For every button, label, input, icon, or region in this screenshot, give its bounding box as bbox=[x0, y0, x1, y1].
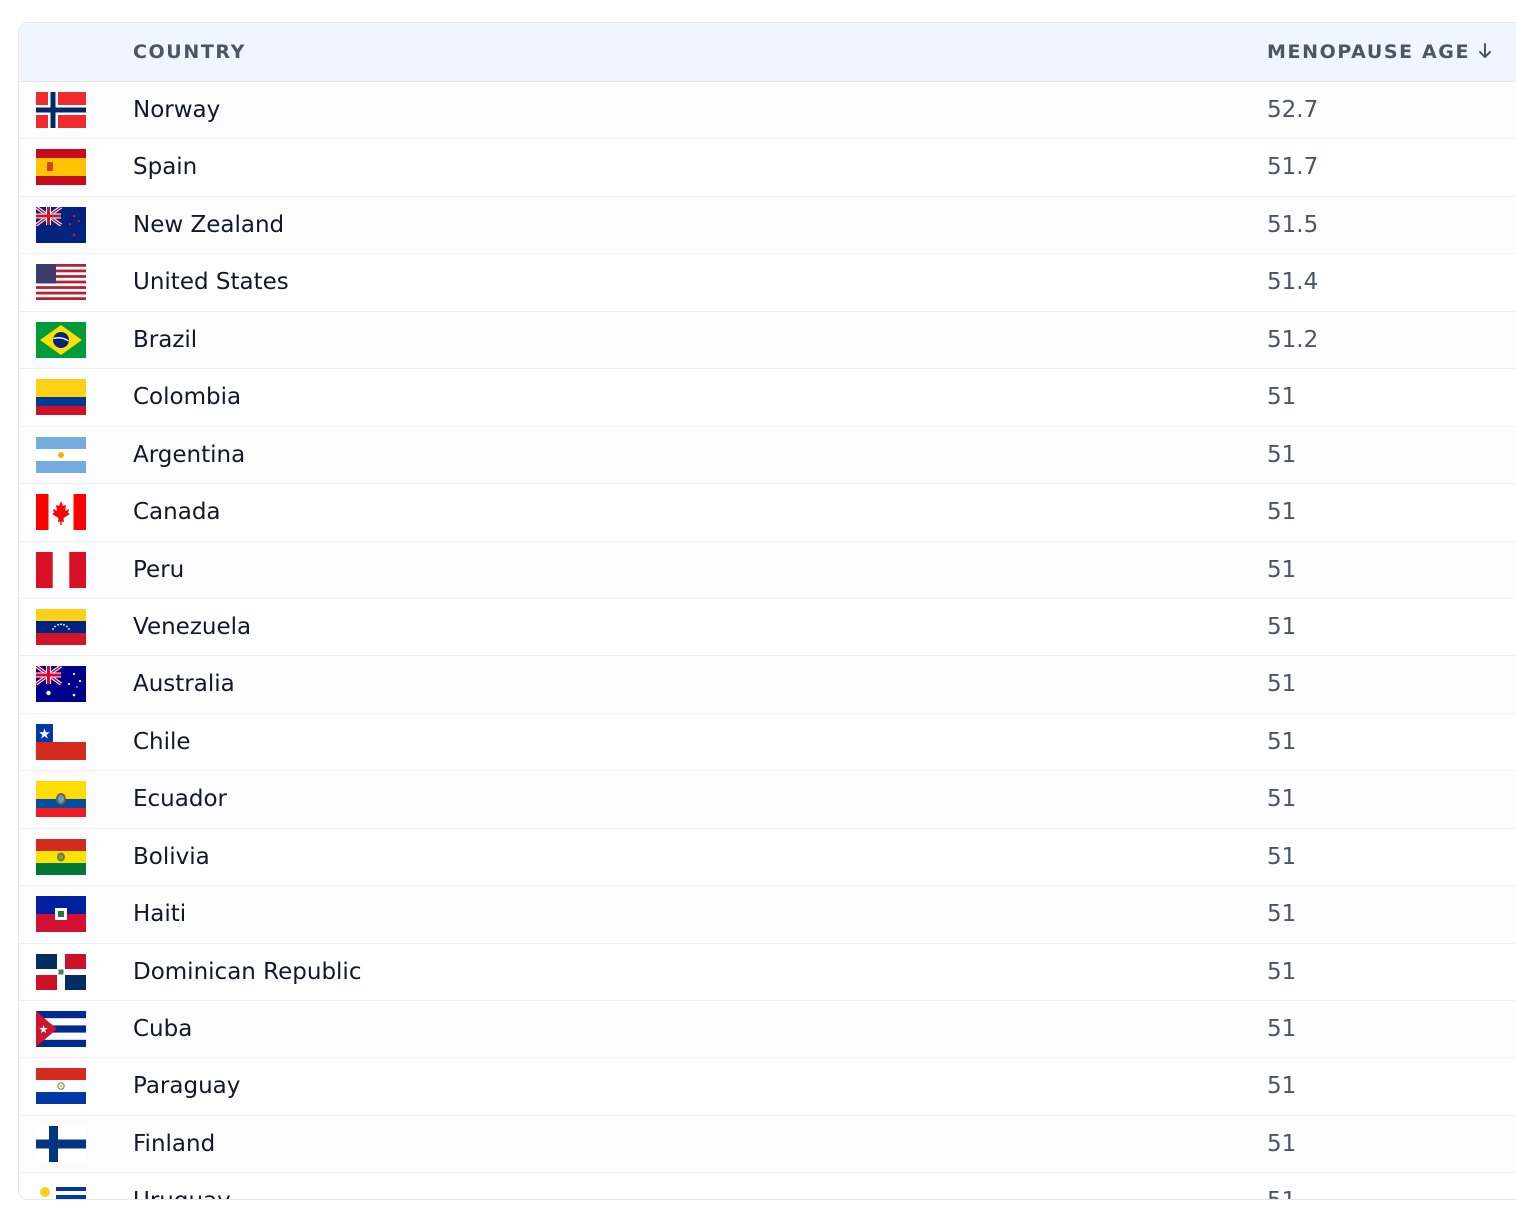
table-row[interactable]: New Zealand 51.5 bbox=[19, 196, 1516, 255]
menopause-age-value: 51 bbox=[1267, 1130, 1297, 1157]
menopause-age-value: 51 bbox=[1267, 901, 1297, 928]
column-header-country[interactable]: COUNTRY bbox=[133, 23, 246, 81]
country-name: United States bbox=[133, 269, 289, 296]
column-header-age-label: MENOPAUSE AGE bbox=[1267, 41, 1471, 63]
dominican-republic-flag bbox=[36, 953, 86, 990]
menopause-age-value: 51 bbox=[1267, 958, 1297, 985]
country-name: Peru bbox=[133, 556, 185, 583]
table-row[interactable]: Australia 51 bbox=[19, 656, 1516, 714]
menopause-age-value: 51 bbox=[1267, 499, 1297, 526]
united-states-flag bbox=[36, 264, 86, 301]
table-row[interactable]: Paraguay 51 bbox=[19, 1058, 1516, 1116]
table-row[interactable]: United States 51.4 bbox=[19, 254, 1516, 312]
country-name: Brazil bbox=[133, 326, 198, 353]
table-row[interactable]: Uruguay 51 bbox=[19, 1173, 1516, 1199]
country-name: Colombia bbox=[133, 384, 242, 411]
menopause-age-value: 52.7 bbox=[1267, 97, 1319, 123]
column-header-country-label: COUNTRY bbox=[133, 41, 246, 63]
menopause-age-value: 51.2 bbox=[1267, 326, 1319, 353]
menopause-age-value: 51 bbox=[1267, 786, 1297, 813]
table-row[interactable]: Finland 51 bbox=[19, 1115, 1516, 1174]
country-name: Australia bbox=[133, 671, 235, 698]
table-row[interactable]: Venezuela 51 bbox=[19, 598, 1516, 657]
column-header-menopause-age[interactable]: MENOPAUSE AGE bbox=[1267, 23, 1492, 81]
menopause-age-value: 51.5 bbox=[1267, 211, 1319, 238]
menopause-age-value: 51 bbox=[1267, 728, 1297, 755]
country-name: Chile bbox=[133, 728, 191, 755]
chile-flag bbox=[36, 723, 86, 760]
table-row[interactable]: Ecuador 51 bbox=[19, 771, 1516, 829]
country-name: Finland bbox=[133, 1130, 216, 1157]
country-name: Dominican Republic bbox=[133, 958, 362, 985]
country-name: Haiti bbox=[133, 901, 187, 928]
arrow-down-icon bbox=[1479, 43, 1492, 58]
uruguay-flag bbox=[36, 1183, 86, 1199]
table-row[interactable]: Colombia 51 bbox=[19, 369, 1516, 427]
country-name: Spain bbox=[133, 154, 198, 181]
table-row[interactable]: Norway 52.7 bbox=[19, 82, 1516, 140]
table-row[interactable]: Cuba 51 bbox=[19, 1001, 1516, 1059]
country-name: Canada bbox=[133, 499, 221, 526]
menopause-age-value: 51 bbox=[1267, 1073, 1297, 1100]
table-header: COUNTRY MENOPAUSE AGE bbox=[19, 23, 1516, 82]
table-body: Norway 52.7 Spain 51.7 New Zealand 51.5 … bbox=[19, 82, 1516, 1199]
table-row[interactable]: Spain 51.7 bbox=[19, 139, 1516, 197]
menopause-age-value: 51 bbox=[1267, 671, 1297, 698]
menopause-age-value: 51 bbox=[1267, 1016, 1297, 1042]
table-row[interactable]: Dominican Republic 51 bbox=[19, 943, 1516, 1001]
menopause-age-value: 51.4 bbox=[1267, 269, 1319, 296]
menopause-age-value: 51 bbox=[1267, 556, 1297, 583]
country-name: Uruguay bbox=[133, 1173, 231, 1199]
country-name: Cuba bbox=[133, 1016, 193, 1042]
venezuela-flag bbox=[36, 608, 86, 645]
spain-flag bbox=[36, 149, 86, 186]
peru-flag bbox=[36, 551, 86, 588]
brazil-flag bbox=[36, 321, 86, 358]
ecuador-flag bbox=[36, 781, 86, 818]
paraguay-flag bbox=[36, 1068, 86, 1105]
finland-flag bbox=[36, 1125, 86, 1162]
norway-flag bbox=[36, 92, 86, 128]
country-name: Norway bbox=[133, 97, 221, 123]
colombia-flag bbox=[36, 379, 86, 416]
table-row[interactable]: Chile 51 bbox=[19, 713, 1516, 772]
table-row[interactable]: Peru 51 bbox=[19, 541, 1516, 599]
new-zealand-flag bbox=[36, 206, 86, 243]
australia-flag bbox=[36, 666, 86, 703]
menopause-age-value: 51 bbox=[1267, 1173, 1296, 1199]
menopause-age-value: 51 bbox=[1267, 384, 1297, 411]
table-row[interactable]: Brazil 51.2 bbox=[19, 311, 1516, 370]
country-name: New Zealand bbox=[133, 211, 285, 238]
table-row[interactable]: Canada 51 bbox=[19, 484, 1516, 542]
table-row[interactable]: Bolivia 51 bbox=[19, 828, 1516, 887]
country-name: Argentina bbox=[133, 441, 246, 468]
country-name: Ecuador bbox=[133, 786, 227, 813]
bolivia-flag bbox=[36, 838, 86, 875]
country-name: Bolivia bbox=[133, 843, 210, 870]
table-row[interactable]: Haiti 51 bbox=[19, 886, 1516, 944]
menopause-age-value: 51.7 bbox=[1267, 154, 1319, 181]
cuba-flag bbox=[36, 1011, 86, 1047]
table-row[interactable]: Argentina 51 bbox=[19, 426, 1516, 485]
country-name: Venezuela bbox=[133, 613, 252, 640]
country-name: Paraguay bbox=[133, 1073, 241, 1100]
menopause-age-value: 51 bbox=[1267, 613, 1297, 640]
canada-flag bbox=[36, 494, 86, 531]
menopause-age-value: 51 bbox=[1267, 441, 1297, 468]
menopause-age-value: 51 bbox=[1267, 843, 1297, 870]
menopause-age-table: COUNTRY MENOPAUSE AGE Norway 52.7 Spain … bbox=[18, 22, 1516, 1200]
argentina-flag bbox=[36, 436, 86, 473]
haiti-flag bbox=[36, 896, 86, 933]
